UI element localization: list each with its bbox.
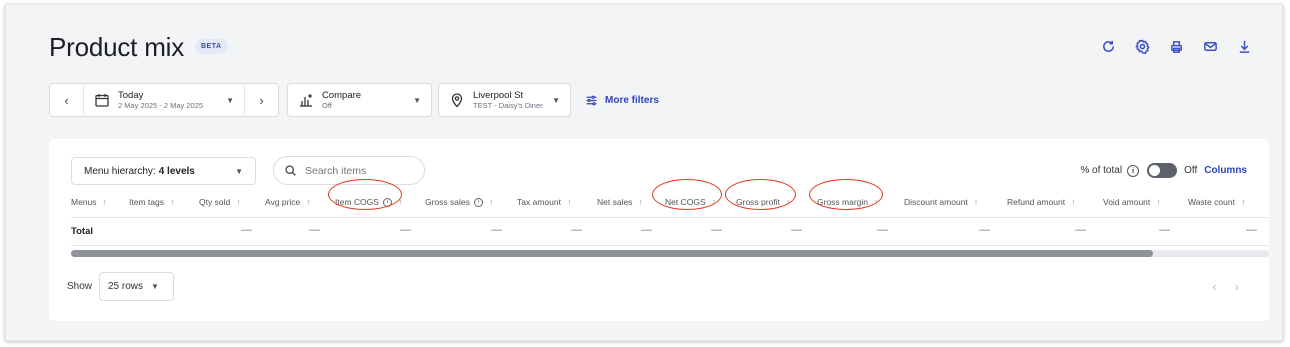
date-range-select[interactable]: Today 2 May 2025 - 2 May 2025 ▼ xyxy=(84,84,244,116)
search-icon xyxy=(285,165,296,176)
app-frame: Product mix BETA ‹ Today 2 May 2025 - 2 … xyxy=(5,4,1283,341)
info-icon[interactable]: i xyxy=(1127,164,1140,177)
location-sub: TEST - Daisy's Diner xyxy=(473,100,543,110)
discount-amount-value: — xyxy=(979,224,990,236)
col-tax-amount[interactable]: Tax amount ↑ xyxy=(517,197,571,207)
refresh-icon[interactable] xyxy=(1100,38,1116,54)
menu-hierarchy-select[interactable]: Menu hierarchy: 4 levels ▼ xyxy=(71,157,256,185)
chevron-down-icon: ▼ xyxy=(552,95,560,105)
mail-icon[interactable] xyxy=(1202,38,1218,54)
scrollbar-thumb[interactable] xyxy=(71,250,1153,257)
previous-page-button[interactable]: ‹ xyxy=(1212,279,1216,294)
show-label: Show xyxy=(67,281,93,292)
chevron-down-icon: ▼ xyxy=(413,95,421,105)
annotation-circle xyxy=(809,179,883,210)
location-pin-icon xyxy=(449,92,465,108)
col-net-sales[interactable]: Net sales ↑ xyxy=(597,197,643,207)
col-gross-sales[interactable]: Gross sales i ↑ xyxy=(425,197,493,207)
rows-value: 25 rows xyxy=(108,281,144,292)
more-filters-label: More filters xyxy=(605,94,659,106)
chart-icon xyxy=(298,92,314,108)
pct-total-label: % of total xyxy=(1080,165,1123,176)
total-label: Total xyxy=(71,226,93,237)
report-card: Menu hierarchy: 4 levels ▼ % of total i … xyxy=(49,139,1269,321)
net-sales-value: — xyxy=(641,224,652,236)
col-waste-count[interactable]: Waste count ↑ xyxy=(1188,197,1245,207)
previous-date-button[interactable]: ‹ xyxy=(50,83,84,117)
beta-badge: BETA xyxy=(195,39,228,54)
print-icon[interactable] xyxy=(1168,38,1184,54)
item-cogs-value: — xyxy=(400,224,411,236)
col-qty-sold[interactable]: Qty sold ↑ xyxy=(199,197,241,207)
gross-margin-value: — xyxy=(877,224,888,236)
header-actions xyxy=(1100,38,1252,54)
annotation-circle xyxy=(725,179,796,210)
waste-count-value: — xyxy=(1246,224,1257,236)
page-title: Product mix xyxy=(49,32,185,62)
date-range: 2 May 2025 - 2 May 2025 xyxy=(118,100,204,110)
horizontal-scrollbar[interactable] xyxy=(71,250,1269,257)
annotation-circle xyxy=(328,179,402,210)
gross-profit-value: — xyxy=(791,224,802,236)
next-date-button[interactable]: › xyxy=(244,83,278,117)
compare-label: Compare xyxy=(322,89,362,101)
pct-total-toggle[interactable] xyxy=(1147,163,1178,178)
sliders-icon xyxy=(586,95,597,105)
void-amount-value: — xyxy=(1159,224,1170,236)
header-divider xyxy=(71,217,1269,218)
location-select: Liverpool St TEST - Daisy's Diner ▼ xyxy=(439,84,570,116)
col-avg-price[interactable]: Avg price ↑ xyxy=(265,197,311,207)
compare-select: Compare Off ▼ xyxy=(288,84,431,116)
col-void-amount[interactable]: Void amount ↑ xyxy=(1103,197,1161,207)
net-cogs-value: — xyxy=(711,224,722,236)
table-row: Total — — — — — — — — — — — — — xyxy=(71,222,1269,242)
settings-icon[interactable] xyxy=(1134,38,1150,54)
calendar-icon xyxy=(94,92,110,108)
refund-amount-value: — xyxy=(1075,224,1086,236)
table-options: % of total i Off Columns xyxy=(1080,163,1247,178)
col-refund-amount[interactable]: Refund amount ↑ xyxy=(1007,197,1076,207)
avg-price-value: — xyxy=(309,224,320,236)
search-input[interactable] xyxy=(305,164,405,177)
rows-per-page-select[interactable]: 25 rows ▼ xyxy=(99,272,174,301)
download-icon[interactable] xyxy=(1236,38,1252,54)
compare-filter[interactable]: Compare Off ▼ xyxy=(287,83,432,117)
col-menus[interactable]: Menus ↑ xyxy=(71,197,107,207)
tax-amount-value: — xyxy=(571,224,582,236)
info-icon: i xyxy=(473,197,483,207)
col-discount-amount[interactable]: Discount amount ↑ xyxy=(904,197,978,207)
col-item-tags[interactable]: Item tags ↑ xyxy=(129,197,174,207)
date-label: Today xyxy=(118,89,144,101)
gross-sales-value: — xyxy=(491,224,502,236)
pagination: ‹ › xyxy=(1212,279,1239,294)
filter-bar: ‹ Today 2 May 2025 - 2 May 2025 ▼ › Comp… xyxy=(49,83,659,117)
location-name: Liverpool St xyxy=(473,89,524,101)
location-filter[interactable]: Liverpool St TEST - Daisy's Diner ▼ xyxy=(438,83,571,117)
chevron-down-icon: ▼ xyxy=(151,282,159,291)
more-filters-button[interactable]: More filters xyxy=(585,94,659,107)
chevron-down-icon: ▼ xyxy=(226,95,234,105)
compare-state: Off xyxy=(322,100,332,110)
toggle-state: Off xyxy=(1184,165,1198,176)
qty-sold-value: — xyxy=(241,224,252,236)
hierarchy-prefix: Menu hierarchy: xyxy=(84,165,156,177)
row-divider xyxy=(71,245,1269,246)
hierarchy-value: 4 levels xyxy=(158,165,195,177)
columns-button[interactable]: Columns xyxy=(1204,165,1247,176)
annotation-circle xyxy=(652,179,722,210)
chevron-down-icon: ▼ xyxy=(235,166,243,176)
next-page-button[interactable]: › xyxy=(1235,279,1239,294)
date-filter-group: ‹ Today 2 May 2025 - 2 May 2025 ▼ › xyxy=(49,83,279,117)
